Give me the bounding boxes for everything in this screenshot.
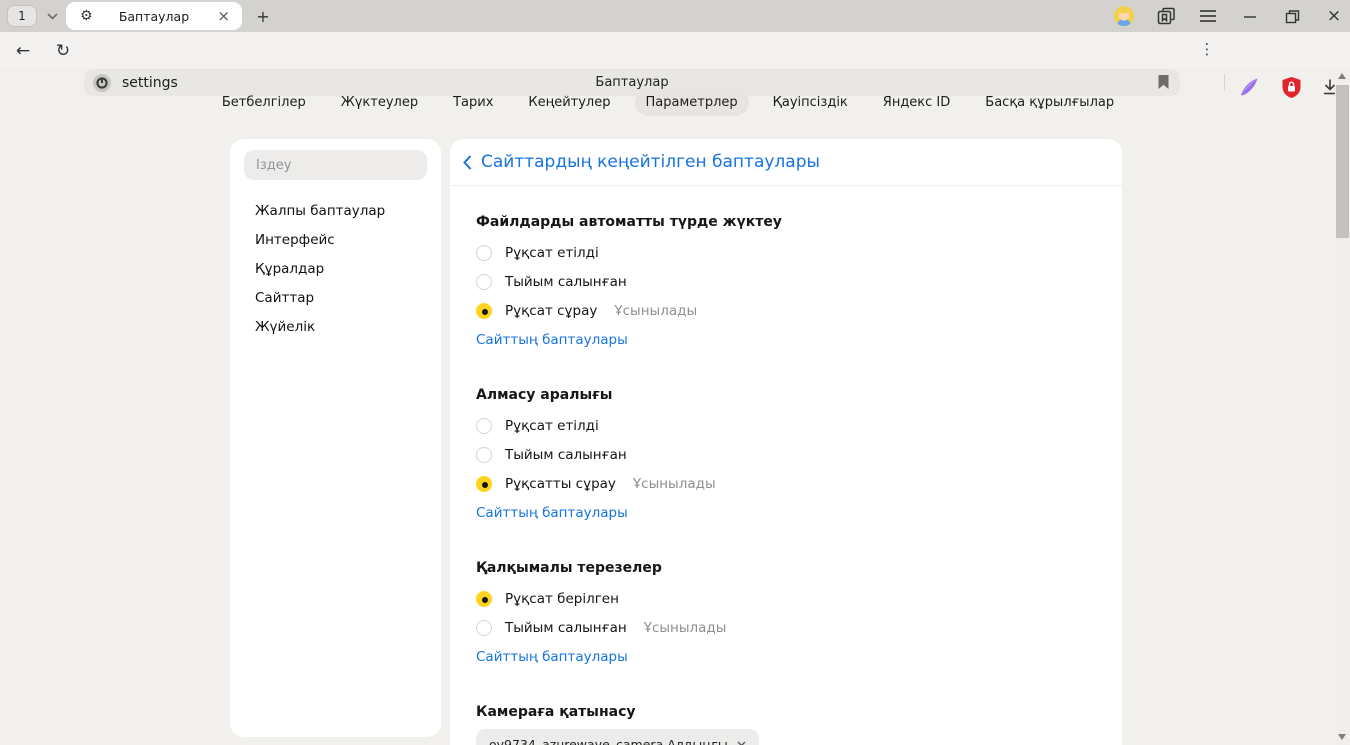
radio-label: Рұқсат сұрау <box>505 303 597 319</box>
radio-option[interactable]: Рұқсат сұрау Ұсынылады <box>476 296 1096 325</box>
recommended-badge: Ұсынылады <box>644 620 727 636</box>
browser-window: 1 ⚙ Баптаулар × + <box>0 0 1350 745</box>
radio-group: Рұқсат етілді Тыйым салынған Рұқсат сұрау Ұ… <box>476 238 1096 325</box>
scrollbar-down-arrow[interactable] <box>1338 734 1346 740</box>
nav-tab-7[interactable]: Басқа құрылғылар <box>974 89 1125 116</box>
radio-label: Рұқсат етілді <box>505 418 599 434</box>
tab-strip: 1 ⚙ Баптаулар × + <box>0 0 1350 32</box>
menu-hamburger-icon[interactable] <box>1198 6 1218 26</box>
sidebar-search-input[interactable] <box>244 150 427 180</box>
section: Файлдарды автоматты түрде жүктеу Рұқсат е… <box>476 212 1096 354</box>
section-title: Файлдарды автоматты түрде жүктеу <box>476 212 1096 232</box>
sidebar-list: Жалпы баптауларИнтерфейсҚұралдарСайттарЖ… <box>244 196 427 341</box>
scrollbar-thumb[interactable] <box>1336 85 1349 238</box>
scrollbar[interactable] <box>1335 68 1350 745</box>
sidebar-item-3[interactable]: Сайттар <box>244 283 427 312</box>
chevron-left-icon <box>463 155 472 170</box>
sidebar-item-1[interactable]: Интерфейс <box>244 225 427 254</box>
bookmarks-panel-icon[interactable] <box>1156 6 1176 26</box>
radio-label: Тыйым салынған <box>505 620 627 636</box>
section-title: Қалқымалы терезелер <box>476 558 1096 578</box>
radio-option[interactable]: Рұқсатты сұрау Ұсынылады <box>476 469 1096 498</box>
radio-unselected-icon[interactable] <box>476 245 492 261</box>
radio-option[interactable]: Рұқсат берілген <box>476 584 1096 613</box>
scrollbar-up-arrow[interactable] <box>1338 73 1346 79</box>
radio-selected-icon[interactable] <box>476 476 492 492</box>
radio-option[interactable]: Тыйым салынған <box>476 440 1096 469</box>
radio-unselected-icon[interactable] <box>476 620 492 636</box>
radio-label: Тыйым салынған <box>505 274 627 290</box>
window-maximize-button[interactable] <box>1282 6 1302 26</box>
radio-option[interactable]: Рұқсат етілді <box>476 411 1096 440</box>
nav-tab-6[interactable]: Яндекс ID <box>872 89 962 116</box>
section-title: Алмасу аралығы <box>476 385 1096 405</box>
sidebar-item-2[interactable]: Құралдар <box>244 254 427 283</box>
nav-tab-3[interactable]: Кеңейтулер <box>517 89 621 116</box>
settings-nav: Бетбелгілер Жүктеулер Тарих Кеңейтулер Парам… <box>0 89 1336 116</box>
profile-avatar[interactable] <box>1114 6 1134 26</box>
page-title: Сайттардың кеңейтілген баптаулары <box>481 152 820 172</box>
radio-selected-icon[interactable] <box>476 303 492 319</box>
sidebar-item-0[interactable]: Жалпы баптаулар <box>244 196 427 225</box>
nav-tab-4[interactable]: Параметрлер <box>635 89 749 116</box>
settings-sections: Файлдарды автоматты түрде жүктеу Рұқсат е… <box>450 212 1122 745</box>
settings-sidebar: Жалпы баптауларИнтерфейсҚұралдарСайттарЖ… <box>230 139 441 737</box>
radio-unselected-icon[interactable] <box>476 418 492 434</box>
reload-button[interactable]: ↻ <box>52 40 74 62</box>
sidebar-item-4[interactable]: Жүйелік <box>244 312 427 341</box>
radio-label: Рұқсатты сұрау <box>505 476 616 492</box>
radio-label: Рұқсат берілген <box>505 591 619 607</box>
address-bar-page-title: Баптаулар <box>84 75 1180 90</box>
tab-list-chevron-button[interactable] <box>42 8 62 24</box>
section: Камераға қатынасу ov9734_azurewave_camera… <box>476 702 1096 745</box>
camera-device-dropdown[interactable]: ov9734_azurewave_camera Алдыңғы <box>476 729 759 745</box>
radio-unselected-icon[interactable] <box>476 447 492 463</box>
recommended-badge: Ұсынылады <box>614 303 697 319</box>
nav-tab-1[interactable]: Жүктеулер <box>330 89 429 116</box>
nav-tab-5[interactable]: Қауіпсіздік <box>762 89 859 116</box>
chevron-down-icon <box>737 741 746 745</box>
site-settings-link[interactable]: Сайттың баптаулары <box>476 325 628 354</box>
new-tab-button[interactable]: + <box>252 5 274 27</box>
section: Алмасу аралығы Рұқсат етілді Тыйым салынға… <box>476 385 1096 527</box>
browser-toolbar: ← ↻ settings Баптаулар ⋮ <box>0 32 1350 68</box>
settings-gear-icon: ⚙ <box>80 8 93 24</box>
window-minimize-button[interactable] <box>1240 6 1260 26</box>
settings-content-card: Сайттардың кеңейтілген баптаулары Файлда… <box>450 139 1122 745</box>
radio-label: Тыйым салынған <box>505 447 627 463</box>
nav-tab-2[interactable]: Тарих <box>442 89 504 116</box>
chevron-down-icon <box>47 13 58 20</box>
site-settings-link[interactable]: Сайттың баптаулары <box>476 642 628 671</box>
back-button[interactable]: ← <box>12 40 34 62</box>
radio-selected-icon[interactable] <box>476 591 492 607</box>
nav-tab-0[interactable]: Бетбелгілер <box>211 89 317 116</box>
radio-group: Рұқсат берілген Тыйым салынған Ұсынылады <box>476 584 1096 642</box>
section-title: Камераға қатынасу <box>476 702 1096 722</box>
camera-device-value: ov9734_azurewave_camera Алдыңғы <box>489 737 728 745</box>
back-header[interactable]: Сайттардың кеңейтілген баптаулары <box>450 139 1122 186</box>
radio-option[interactable]: Тыйым салынған <box>476 267 1096 296</box>
site-settings-link[interactable]: Сайттың баптаулары <box>476 498 628 527</box>
tab-title: Баптаулар <box>93 9 216 24</box>
tab-counter-badge[interactable]: 1 <box>7 5 37 27</box>
section: Қалқымалы терезелер Рұқсат берілген Тыйым … <box>476 558 1096 671</box>
tab-close-icon[interactable]: × <box>215 9 232 24</box>
window-close-button[interactable]: × <box>1324 6 1344 26</box>
radio-option[interactable]: Тыйым салынған Ұсынылады <box>476 613 1096 642</box>
avatar <box>1114 6 1134 26</box>
recommended-badge: Ұсынылады <box>633 476 716 492</box>
radio-option[interactable]: Рұқсат етілді <box>476 238 1096 267</box>
radio-unselected-icon[interactable] <box>476 274 492 290</box>
radio-group: Рұқсат етілді Тыйым салынған Рұқсатты сұра… <box>476 411 1096 498</box>
address-kebab-menu[interactable]: ⋮ <box>1198 40 1216 62</box>
browser-tab[interactable]: ⚙ Баптаулар × <box>66 2 242 30</box>
radio-label: Рұқсат етілді <box>505 245 599 261</box>
